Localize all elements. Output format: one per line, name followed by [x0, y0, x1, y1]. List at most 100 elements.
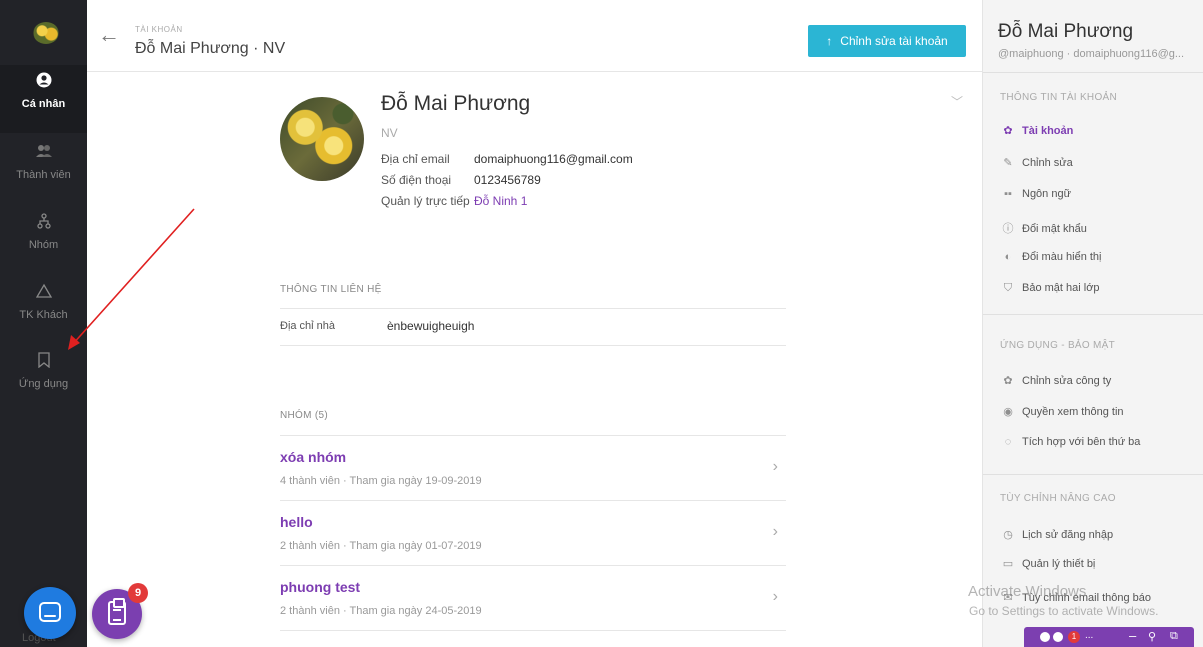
divider [983, 314, 1203, 315]
chevron-right-icon: › [772, 458, 778, 475]
more-dots: ... [1085, 630, 1094, 641]
monitor-icon: ▭ [1002, 558, 1014, 570]
info-icon: ⓘ [1002, 223, 1014, 235]
group-meta: 4 thành viên · Tham gia ngày 19-09-2019 [280, 475, 482, 487]
menu-item-label: Chỉnh sửa công ty [1022, 375, 1112, 387]
members-icon [0, 143, 87, 161]
back-arrow-icon[interactable]: ← [98, 22, 120, 48]
company-logo[interactable] [33, 22, 59, 44]
divider [983, 474, 1203, 475]
menu-item-display-color[interactable]: ◐ Đổi màu hiển thị [1000, 251, 1102, 263]
menu-item-label: Bảo mật hai lớp [1022, 282, 1100, 294]
user-circle-icon [0, 72, 87, 90]
shield-icon: ⛉ [1003, 282, 1013, 294]
address-value: ènbewuigheuigh [387, 319, 475, 333]
phone-label: Số điện thoại [381, 173, 452, 187]
email-value: domaiphuong116@gmail.com [474, 152, 633, 166]
menu-item-language[interactable]: ▪▪ Ngôn ngữ [1000, 188, 1071, 200]
menu-item-two-factor[interactable]: ⛉ Bảo mật hai lớp [1000, 282, 1100, 295]
divider [280, 345, 786, 346]
gear-icon: ✿ [1003, 125, 1013, 137]
menu-item-change-password[interactable]: ⓘ Đổi mật khẩu [1000, 220, 1087, 236]
menu-item-label: Đổi màu hiển thị [1022, 251, 1102, 263]
app-security-section-title: ỨNG DỤNG - BẢO MẬT [1000, 340, 1116, 351]
divider [280, 630, 786, 631]
external-link-icon[interactable]: ⧉ [1170, 630, 1178, 643]
language-icon: ▪▪ [1004, 188, 1012, 200]
palette-icon: ◐ [1004, 251, 1012, 263]
page-title: Đỗ Mai Phương · NV [135, 40, 286, 57]
group-list-item[interactable]: phuong test 2 thành viên · Tham gia ngày… [280, 565, 786, 630]
email-row: Địa chỉ email domaiphuong116@gmail.com [381, 152, 633, 166]
sidebar-item-apps[interactable]: Ứng dụng [0, 352, 87, 390]
menu-item-label: Tài khoản [1022, 125, 1074, 137]
menu-item-label: Quản lý thiết bị [1022, 558, 1096, 570]
divider [983, 72, 1203, 73]
chevron-down-icon[interactable]: ﹀ [951, 93, 963, 110]
breadcrumb: TÀI KHOẢN [135, 25, 183, 34]
eye-icon: ◉ [1003, 406, 1013, 418]
group-list-item[interactable]: xóa nhóm 4 thành viên · Tham gia ngày 19… [280, 435, 786, 500]
chevron-right-icon: › [772, 523, 778, 540]
groups-section-title: NHÓM (5) [280, 410, 328, 421]
menu-item-label: Chỉnh sửa [1022, 157, 1073, 169]
profile-name: Đỗ Mai Phương [381, 92, 531, 115]
annotation-arrow [68, 208, 195, 350]
menu-item-label: Quyền xem thông tin [1022, 406, 1124, 418]
sidebar-item-label: Ứng dụng [18, 378, 69, 390]
panel-user-handle: @maiphuong · domaiphuong116@g... [998, 48, 1185, 60]
sidebar-item-members[interactable]: Thành viên [0, 143, 87, 181]
menu-item-label: Lịch sử đăng nhập [1022, 529, 1114, 541]
menu-item-label: Tích hợp với bên thứ ba [1022, 436, 1141, 448]
menu-item-account[interactable]: ✿ Tài khoản [1000, 124, 1073, 137]
floating-toolbar[interactable]: 1 ... – ⚲ ⧉ [1024, 627, 1194, 647]
right-panel: Đỗ Mai Phương @maiphuong · domaiphuong11… [982, 0, 1203, 647]
chevron-right-icon: › [772, 588, 778, 605]
profile-role: NV [381, 126, 398, 140]
menu-item-edit-company[interactable]: ✿ Chỉnh sửa công ty [1000, 374, 1111, 387]
arrow-up-icon: ↑ [826, 34, 833, 48]
pencil-icon: ✎ [1003, 157, 1013, 169]
chat-icon [39, 602, 61, 622]
manager-link[interactable]: Đỗ Ninh 1 [474, 194, 527, 208]
menu-item-view-permissions[interactable]: ◉ Quyền xem thông tin [1000, 405, 1124, 418]
search-icon[interactable]: ⚲ [1148, 630, 1156, 643]
globe-icon: ◌ [1004, 436, 1012, 448]
group-meta: 2 thành viên · Tham gia ngày 01-07-2019 [280, 540, 482, 552]
address-label: Địa chỉ nhà [280, 320, 336, 332]
menu-item-devices[interactable]: ▭ Quản lý thiết bị [1000, 557, 1096, 570]
sidebar-item-personal[interactable]: Cá nhân [0, 65, 87, 133]
clock-icon: ◷ [1003, 529, 1013, 541]
menu-item-edit[interactable]: ✎ Chỉnh sửa [1000, 156, 1073, 169]
group-name[interactable]: xóa nhóm [280, 449, 346, 465]
group-list-item[interactable]: hello 2 thành viên · Tham gia ngày 01-07… [280, 500, 786, 565]
minimize-icon[interactable]: – [1129, 628, 1136, 643]
panel-user-name: Đỗ Mai Phương [998, 21, 1134, 42]
group-name[interactable]: phuong test [280, 579, 360, 595]
group-meta: 2 thành viên · Tham gia ngày 24-05-2019 [280, 605, 482, 617]
activation-watermark-text: Go to Settings to activate Windows. [969, 604, 1159, 618]
chat-launcher-button[interactable] [24, 587, 76, 639]
phone-value: 0123456789 [474, 173, 541, 187]
task-count-badge: 9 [128, 583, 148, 603]
group-name[interactable]: hello [280, 514, 313, 530]
edit-account-button[interactable]: ↑ Chỉnh sửa tài khoản [808, 25, 966, 57]
divider [280, 308, 786, 309]
sidebar-item-label: Cá nhân [21, 98, 66, 110]
menu-item-third-party[interactable]: ◌ Tích hợp với bên thứ ba [1000, 436, 1141, 448]
avatar [280, 97, 364, 181]
manager-row: Quản lý trực tiếp Đỗ Ninh 1 [381, 194, 527, 208]
menu-item-label: Ngôn ngữ [1022, 188, 1071, 200]
status-dot-icon [1053, 632, 1063, 642]
gear-icon: ✿ [1003, 375, 1013, 387]
email-label: Địa chỉ email [381, 152, 450, 166]
edit-account-label: Chỉnh sửa tài khoản [840, 34, 948, 48]
menu-item-label: Đổi mật khẩu [1022, 223, 1087, 235]
contact-section-title: THÔNG TIN LIÊN HỆ [280, 284, 382, 295]
menu-item-login-history[interactable]: ◷ Lịch sử đăng nhập [1000, 528, 1113, 541]
notification-badge: 1 [1068, 631, 1080, 643]
advanced-section-title: TÙY CHỈNH NÂNG CAO [1000, 493, 1116, 504]
page-header: ← TÀI KHOẢN Đỗ Mai Phương · NV ↑ Chỉnh sử… [87, 0, 982, 72]
clipboard-icon [108, 598, 126, 625]
sidebar-item-label: Thành viên [16, 169, 71, 181]
